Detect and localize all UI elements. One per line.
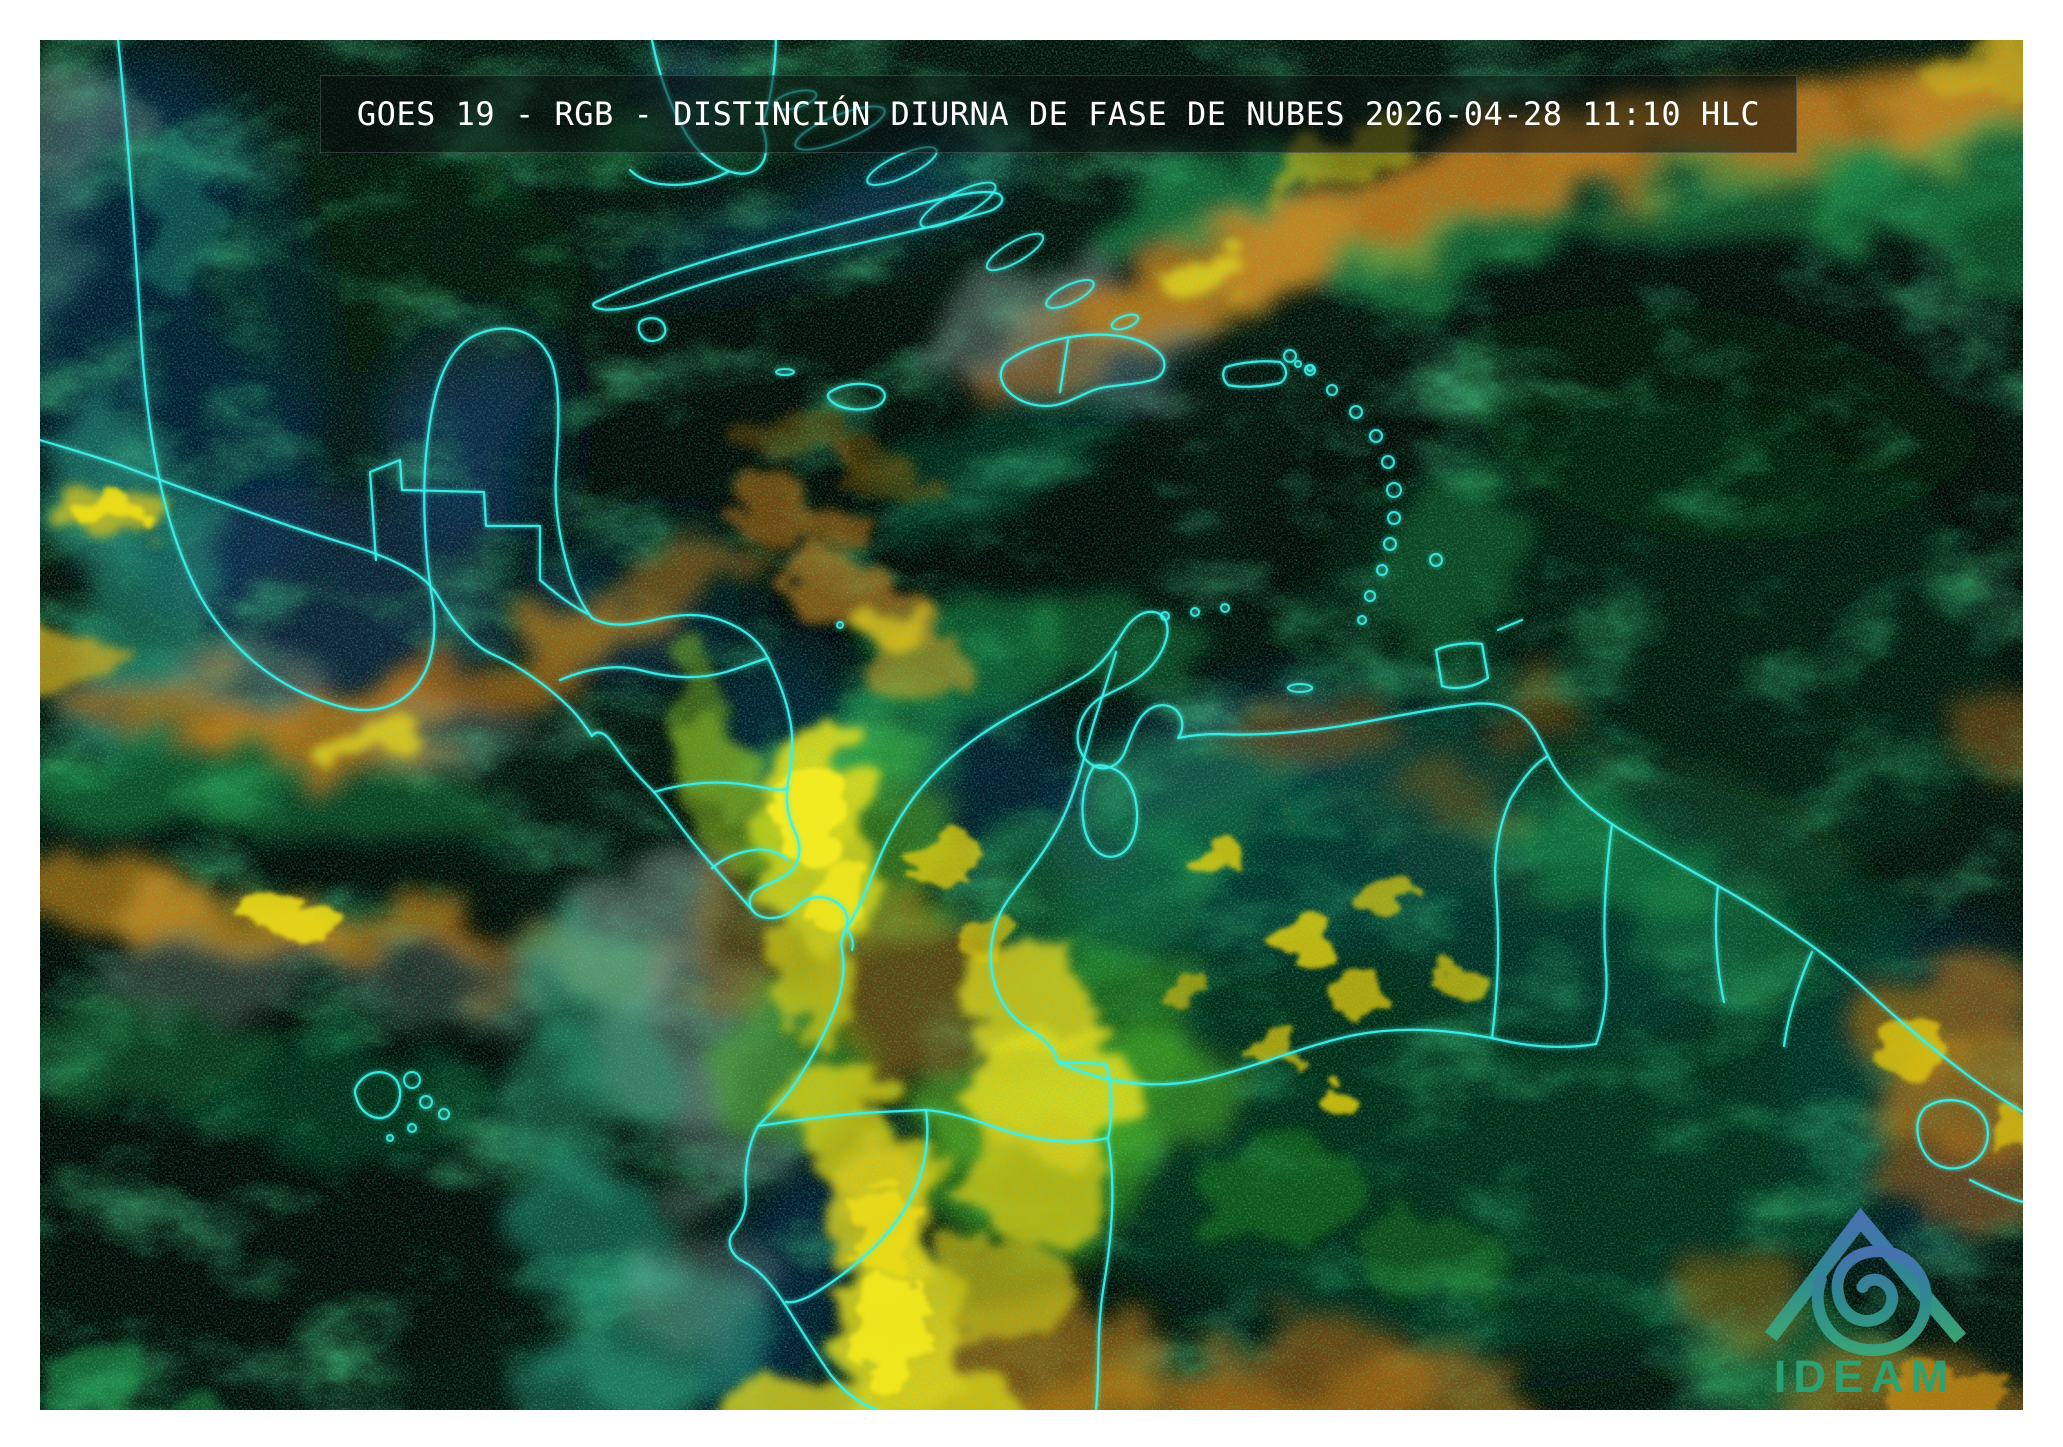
ideam-logo: IDEAM <box>1752 1180 1977 1408</box>
cloud-blob <box>1194 842 1246 878</box>
satellite-map: GOES 19 - RGB - DISTINCIÓN DIURNA DE FAS… <box>40 40 2023 1410</box>
cloud-blob <box>1326 978 1394 1022</box>
ideam-wordmark: IDEAM <box>1774 1351 1956 1402</box>
cloud-blob <box>805 855 865 935</box>
cloud-blob <box>848 1177 916 1273</box>
mountain-spiral-icon <box>1764 1207 1967 1356</box>
screenshot-frame: GOES 19 - RGB - DISTINCIÓN DIURNA DE FAS… <box>0 0 2063 1447</box>
cloud-blob <box>1432 962 1488 998</box>
speckle-texture <box>40 40 2023 1410</box>
cloud-blob <box>230 896 340 940</box>
cloud-blob <box>1165 974 1215 1006</box>
cloud-blob <box>852 1280 932 1390</box>
cloud-blob <box>910 840 970 880</box>
cloud-blob <box>85 499 145 531</box>
cloud-blob <box>1270 920 1330 960</box>
cloud-blob <box>1310 1080 1370 1120</box>
satellite-image <box>40 40 2023 1410</box>
map-title: GOES 19 - RGB - DISTINCIÓN DIURNA DE FAS… <box>356 95 1761 133</box>
title-bar: GOES 19 - RGB - DISTINCIÓN DIURNA DE FAS… <box>320 75 1797 153</box>
cloud-blob <box>1368 885 1412 915</box>
cloud-blob <box>774 762 846 858</box>
cloud-blob <box>1246 1034 1294 1066</box>
